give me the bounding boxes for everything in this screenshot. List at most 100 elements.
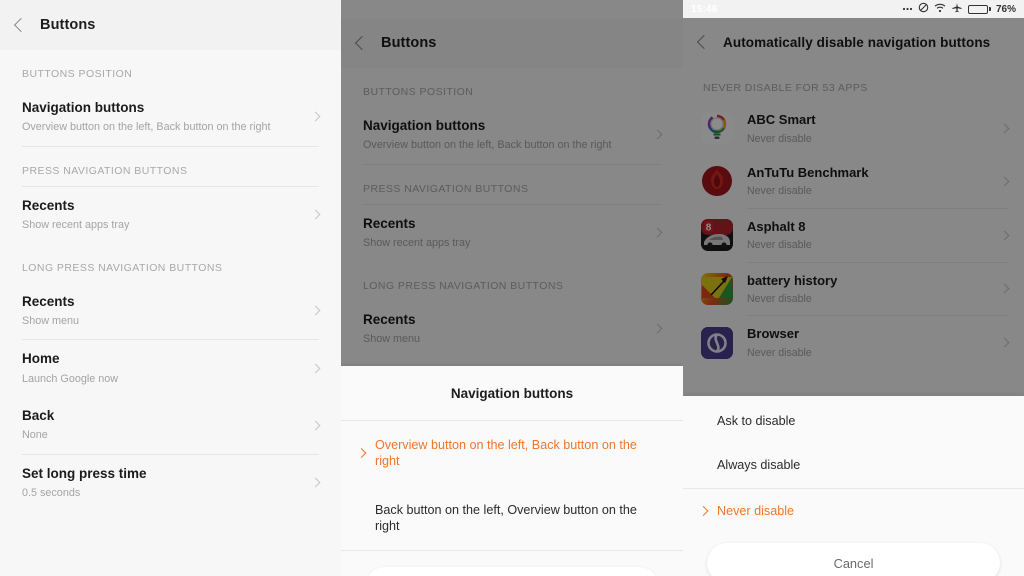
row-title: Home <box>22 351 60 367</box>
chevron-right-icon <box>310 209 321 220</box>
app-text: battery history Never disable <box>747 272 991 307</box>
row-longpress-back[interactable]: Back None <box>0 397 341 454</box>
chevron-right-icon <box>652 323 663 334</box>
row-title: Navigation buttons <box>363 118 486 133</box>
row-longpress-home[interactable]: Home Launch Google now <box>0 340 341 398</box>
row-text: Recents Show menu <box>363 311 644 347</box>
panel-buttons-settings: Buttons BUTTONS POSITION Navigation butt… <box>0 0 341 576</box>
section-header-buttons-position: BUTTONS POSITION <box>22 68 133 80</box>
chevron-right-icon <box>999 230 1010 241</box>
chevron-right-icon <box>310 420 321 430</box>
dialog-option-back-left[interactable]: Back button on the left, Overview button… <box>341 486 683 551</box>
app-status: Never disable <box>747 185 812 198</box>
chevron-right-icon <box>310 111 321 122</box>
row-title: Recents <box>363 311 416 327</box>
row-title: Recents <box>22 197 75 213</box>
app-status: Never disable <box>747 132 812 145</box>
app-text: AnTuTu Benchmark Never disable <box>747 164 991 199</box>
row-text: Navigation buttons Overview button on th… <box>22 99 302 135</box>
page-title: Buttons <box>381 35 437 51</box>
statusbar-icons: 76% <box>902 2 1016 16</box>
chevron-right-icon <box>999 284 1010 294</box>
dialog-option-always-disable[interactable]: Always disable <box>683 443 1024 487</box>
row-text: Recents Show recent apps tray <box>22 197 302 233</box>
row-subtitle: None <box>22 429 48 442</box>
row-text: Recents Show recent apps tray <box>363 215 644 251</box>
row-title: Navigation buttons <box>22 100 145 115</box>
row-subtitle: Show menu <box>363 332 421 345</box>
row-longpress-recents: Recents Show menu <box>341 300 683 358</box>
dialog-option-overview-left[interactable]: Overview button on the left, Back button… <box>341 421 683 486</box>
list-item: ABC Smart Never disable <box>683 102 1024 155</box>
row-subtitle: Overview button on the left, Back button… <box>22 121 271 134</box>
appbar-auto-disable: Automatically disable navigation buttons <box>683 18 1024 66</box>
section-header-press-navigation-buttons: PRESS NAVIGATION BUTTONS <box>22 164 188 177</box>
app-name: Browser <box>747 326 800 342</box>
row-subtitle: Launch Google now <box>22 372 119 385</box>
chevron-right-icon <box>652 129 663 140</box>
back-chevron-icon[interactable] <box>696 34 712 50</box>
row-press-recents[interactable]: Recents Show recent apps tray <box>0 186 341 244</box>
settings-scroll-area: BUTTONS POSITION Navigation buttons Over… <box>341 68 683 358</box>
chevron-right-icon <box>999 176 1010 187</box>
dialog-option-ask-to-disable[interactable]: Ask to disable <box>683 396 1024 443</box>
navigation-buttons-dialog: Navigation buttons Overview button on th… <box>341 366 683 576</box>
chevron-right-icon <box>999 123 1010 134</box>
panel-auto-disable-nav-buttons: 15:46 76% Automatically disable navigati… <box>683 0 1024 576</box>
page-title: Buttons <box>40 17 96 33</box>
chevron-right-icon <box>310 477 321 488</box>
wifi-icon <box>934 3 946 16</box>
app-name: ABC Smart <box>747 112 816 127</box>
page-title: Automatically disable navigation buttons <box>723 34 991 50</box>
dialog-actions: Cancel <box>341 551 683 576</box>
battery-icon <box>967 4 991 14</box>
chevron-right-icon <box>999 337 1010 348</box>
row-set-long-press-time[interactable]: Set long press time 0.5 seconds <box>0 454 341 512</box>
row-longpress-recents[interactable]: Recents Show menu <box>0 282 341 340</box>
cancel-button[interactable]: Cancel <box>707 543 1000 576</box>
dialog-option-never-disable[interactable]: Never disable <box>683 489 1024 533</box>
back-chevron-icon[interactable] <box>354 35 370 51</box>
battery-percent: 76% <box>995 3 1016 15</box>
auto-disable-dialog: Ask to disable Always disable Never disa… <box>683 396 1024 576</box>
row-subtitle: Overview button on the left, Back button… <box>363 139 612 152</box>
row-text: Home Launch Google now <box>22 350 302 386</box>
appbar-buttons: Buttons <box>0 0 341 50</box>
cancel-button[interactable]: Cancel <box>365 567 659 576</box>
asphalt8-car-icon: 8 <box>701 219 733 252</box>
section-header-buttons-position: BUTTONS POSITION <box>363 86 474 98</box>
more-dots-icon <box>902 3 913 16</box>
chevron-right-icon <box>310 363 321 374</box>
list-item: Browser Never disable <box>683 316 1024 370</box>
app-text: ABC Smart Never disable <box>747 111 991 146</box>
airplane-icon <box>951 2 963 16</box>
list-item: AnTuTu Benchmark Never disable <box>683 154 1024 208</box>
row-subtitle: Show recent apps tray <box>363 237 471 249</box>
app-text: Asphalt 8 Never disable <box>747 218 991 253</box>
row-subtitle: 0.5 seconds <box>22 487 81 500</box>
row-navigation-buttons: Navigation buttons Overview button on th… <box>341 107 683 164</box>
abc-smart-bulb-icon <box>701 112 733 145</box>
battery-history-icon <box>701 272 733 305</box>
antutu-flame-icon <box>701 165 733 197</box>
settings-scroll-area[interactable]: BUTTONS POSITION Navigation buttons Over… <box>0 50 341 512</box>
back-chevron-icon[interactable] <box>13 17 29 33</box>
row-title: Back <box>22 408 55 424</box>
chevron-right-icon <box>310 305 321 316</box>
row-text: Recents Show menu <box>22 293 302 329</box>
app-status: Never disable <box>747 239 812 252</box>
row-text: Back None <box>22 407 302 443</box>
row-text: Navigation buttons Overview button on th… <box>363 117 644 153</box>
app-text: Browser Never disable <box>747 325 991 360</box>
statusbar-time: 15:46 <box>691 3 718 15</box>
row-subtitle: Show menu <box>22 314 80 327</box>
section-header-never-disable-count: Never disable for 53 apps <box>703 82 868 94</box>
list-item: 8 Asphalt 8 Never disable <box>683 208 1024 262</box>
row-navigation-buttons[interactable]: Navigation buttons Overview button on th… <box>0 89 341 146</box>
row-subtitle: Show recent apps tray <box>22 219 130 231</box>
row-title: Recents <box>22 293 75 309</box>
app-status: Never disable <box>747 346 812 359</box>
row-text: Set long press time 0.5 seconds <box>22 465 302 501</box>
panel-navigation-buttons-dialog: Buttons BUTTONS POSITION Navigation butt… <box>341 0 683 576</box>
app-name: battery history <box>747 272 838 288</box>
